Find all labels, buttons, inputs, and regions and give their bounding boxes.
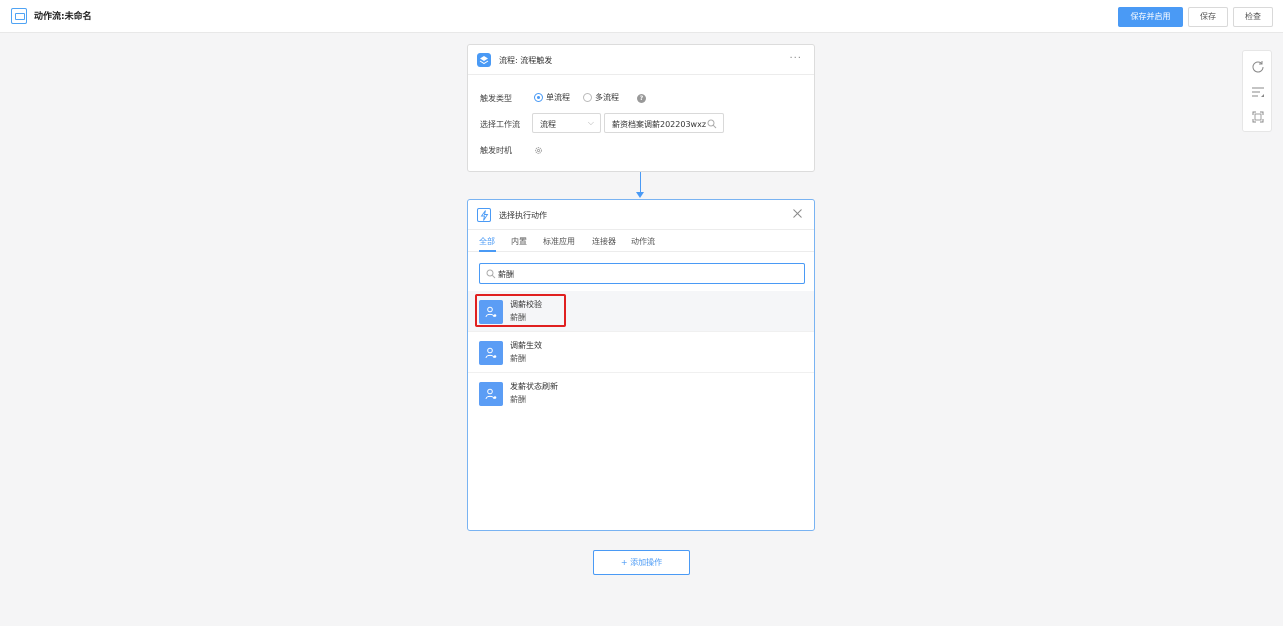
trigger-time-label: 触发时机 xyxy=(480,146,512,155)
help-icon[interactable]: ? xyxy=(637,94,646,103)
radio-single-flow-label[interactable]: 单流程 xyxy=(546,92,570,103)
list-item-subtitle: 薪酬 xyxy=(510,313,526,322)
tab-connectors[interactable]: 连接器 xyxy=(592,236,616,247)
trigger-card-title: 流程: 流程触发 xyxy=(499,56,553,65)
workflow-type-value: 流程 xyxy=(540,120,556,129)
lightning-icon xyxy=(477,208,491,222)
action-select-card: 选择执行动作 全部 内置 标准应用 连接器 动作流 薪酬 调薪校验 薪酬 调薪生… xyxy=(467,199,815,531)
tab-standard-apps[interactable]: 标准应用 xyxy=(543,236,575,247)
list-item-subtitle: 薪酬 xyxy=(510,395,526,404)
search-icon xyxy=(486,269,496,279)
check-button[interactable]: 检查 xyxy=(1233,7,1273,27)
tab-builtin[interactable]: 内置 xyxy=(511,236,527,247)
chevron-down-icon: ⌵ xyxy=(587,118,594,127)
refresh-icon[interactable] xyxy=(1251,59,1265,73)
sort-icon[interactable] xyxy=(1251,85,1265,99)
list-item-adjust-check[interactable]: 调薪校验 薪酬 xyxy=(468,291,814,332)
add-action-button[interactable]: + 添加操作 xyxy=(593,550,690,575)
select-workflow-label: 选择工作流 xyxy=(480,120,520,129)
user-icon xyxy=(479,382,503,406)
save-and-enable-button[interactable]: 保存并启用 xyxy=(1118,7,1183,27)
user-icon xyxy=(479,300,503,324)
save-button[interactable]: 保存 xyxy=(1188,7,1228,27)
list-item-title: 调薪校验 xyxy=(510,300,542,309)
trigger-card-header: 流程: 流程触发 ··· xyxy=(468,45,814,75)
layers-icon xyxy=(477,53,491,67)
action-card-title: 选择执行动作 xyxy=(499,211,547,220)
list-item-title: 调薪生效 xyxy=(510,341,542,350)
workflow-name-select[interactable]: 薪资档案调薪202203wxz xyxy=(604,113,724,133)
search-value: 薪酬 xyxy=(498,270,514,279)
workflow-type-select[interactable]: 流程 ⌵ xyxy=(532,113,601,133)
radio-multi-flow[interactable] xyxy=(583,93,592,102)
top-bar: 动作流:未命名 保存并启用 保存 检查 xyxy=(0,0,1283,33)
list-item-subtitle: 薪酬 xyxy=(510,354,526,363)
page-title: 动作流:未命名 xyxy=(34,12,92,22)
trigger-type-label: 触发类型 xyxy=(480,94,512,103)
action-tabs: 全部 内置 标准应用 连接器 动作流 xyxy=(468,230,814,252)
app-icon xyxy=(11,8,27,24)
list-item-title: 发薪状态刷新 xyxy=(510,382,558,391)
gear-icon[interactable] xyxy=(534,146,543,155)
workflow-name-value: 薪资档案调薪202203wxz xyxy=(612,120,707,129)
arrow-down-icon xyxy=(636,192,644,198)
more-icon[interactable]: ··· xyxy=(789,53,802,64)
fit-screen-icon[interactable] xyxy=(1251,110,1265,124)
action-card-header: 选择执行动作 xyxy=(468,200,814,230)
tab-action-flows[interactable]: 动作流 xyxy=(631,236,655,247)
list-item-pay-status-refresh[interactable]: 发薪状态刷新 薪酬 xyxy=(468,373,814,414)
trigger-card[interactable]: 流程: 流程触发 ··· 触发类型 单流程 多流程 ? 选择工作流 流程 ⌵ 薪… xyxy=(467,44,815,172)
radio-single-flow[interactable] xyxy=(534,93,543,102)
list-item-adjust-effective[interactable]: 调薪生效 薪酬 xyxy=(468,332,814,373)
user-icon xyxy=(479,341,503,365)
search-icon xyxy=(707,119,717,129)
active-tab-indicator xyxy=(479,250,496,252)
tab-all[interactable]: 全部 xyxy=(479,236,495,247)
close-icon[interactable] xyxy=(792,208,803,219)
canvas-toolbar xyxy=(1242,50,1272,132)
action-search-input[interactable]: 薪酬 xyxy=(479,263,805,284)
radio-multi-flow-label[interactable]: 多流程 xyxy=(595,92,619,103)
